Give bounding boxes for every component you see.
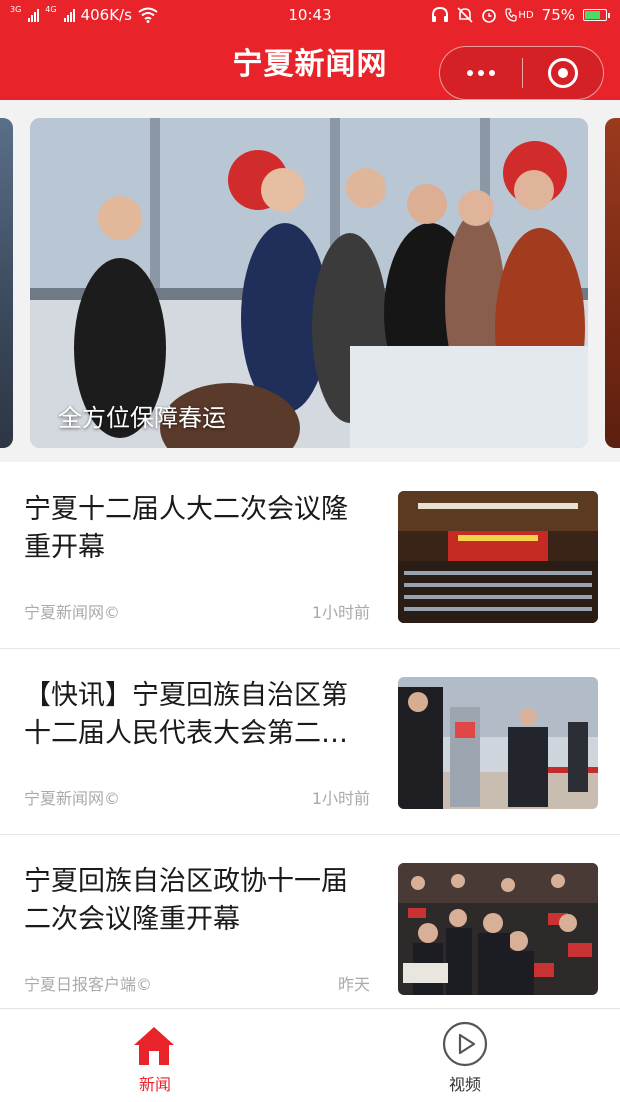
battery-icon	[583, 9, 610, 21]
status-left: 3G 4G 406K/s	[10, 6, 431, 24]
status-bar: 3G 4G 406K/s 10:43 HD 75%	[0, 0, 620, 30]
news-source: 宁夏新闻网©	[24, 789, 121, 808]
miniprogram-capsule	[439, 46, 604, 100]
network-type-1: 3G	[10, 5, 22, 14]
carousel-slide[interactable]: 全方位保障春运	[30, 118, 588, 448]
alarm-icon	[482, 9, 497, 23]
headset-icon	[432, 7, 449, 22]
news-thumbnail	[398, 677, 598, 809]
news-thumbnail	[398, 863, 598, 995]
close-miniprogram-button[interactable]	[523, 47, 603, 99]
news-title: 宁夏十二届人大二次会议隆重开幕	[24, 494, 348, 563]
hd-call-indicator: HD	[505, 8, 534, 22]
news-item[interactable]: 【快讯】宁夏回族自治区第十二届人民代表大会第二次会议开幕 宁夏新闻网© 1小时前	[0, 649, 620, 835]
tab-bar: 新闻 视频	[0, 1008, 620, 1102]
news-source: 宁夏日报客户端©	[24, 975, 153, 994]
carousel-caption: 全方位保障春运	[58, 404, 226, 432]
more-dots-icon	[467, 70, 495, 76]
network-type-2: 4G	[45, 5, 57, 14]
tab-news[interactable]: 新闻	[0, 1009, 310, 1102]
news-time: 1小时前	[311, 603, 370, 622]
play-circle-icon	[442, 1021, 488, 1067]
news-item[interactable]: 宁夏回族自治区政协十一届二次会议隆重开幕 宁夏日报客户端© 昨天	[0, 835, 620, 1009]
target-close-icon	[548, 58, 578, 88]
news-time: 昨天	[337, 975, 370, 994]
news-title: 【快讯】宁夏回族自治区第十二届人民代表大会第二次会议开幕	[24, 680, 348, 749]
app-header: 宁夏新闻网	[0, 30, 620, 100]
tab-news-label: 新闻	[138, 1075, 171, 1094]
signal-icon	[28, 8, 40, 22]
news-item[interactable]: 宁夏十二届人大二次会议隆重开幕 宁夏新闻网© 1小时前	[0, 463, 620, 649]
news-source: 宁夏新闻网©	[24, 603, 121, 622]
news-title: 宁夏回族自治区政协十一届二次会议隆重开幕	[24, 866, 348, 935]
news-time: 1小时前	[311, 789, 370, 808]
tab-video-label: 视频	[448, 1075, 481, 1094]
signal-icon	[63, 8, 75, 22]
battery-percent: 75%	[541, 6, 575, 24]
battery-fill	[585, 11, 600, 19]
network-speed: 406K/s	[80, 6, 132, 24]
mute-bell-icon	[457, 7, 473, 23]
carousel-prev-slide[interactable]	[0, 118, 13, 448]
phone-icon	[505, 8, 518, 22]
news-thumbnail	[398, 491, 598, 623]
tab-video[interactable]: 视频	[310, 1009, 620, 1102]
status-right: HD 75%	[431, 6, 610, 24]
carousel-next-slide[interactable]	[605, 118, 620, 448]
more-button[interactable]	[440, 47, 522, 99]
wifi-icon	[138, 7, 158, 23]
home-icon	[134, 1027, 174, 1065]
hd-label: HD	[518, 9, 534, 21]
